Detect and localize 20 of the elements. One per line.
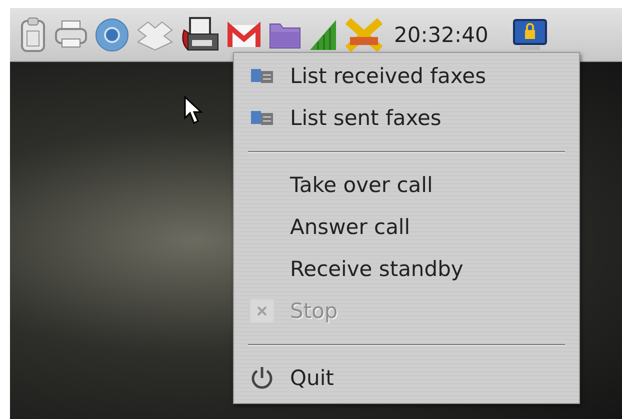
pointer-icon — [184, 96, 204, 126]
menu-item[interactable]: Answer call — [234, 206, 579, 248]
cross-icon[interactable] — [344, 16, 384, 52]
menu-item[interactable]: Receive standby — [234, 248, 579, 290]
menu-item[interactable]: Take over call — [234, 164, 579, 206]
monitor-lock-icon[interactable] — [512, 18, 548, 52]
close-icon — [249, 298, 275, 324]
power-icon — [249, 365, 275, 391]
clipboard-icon[interactable] — [18, 16, 48, 52]
envelope-icon[interactable] — [226, 20, 262, 48]
globe-icon[interactable] — [94, 16, 130, 52]
menu-item[interactable]: List received faxes — [234, 55, 579, 97]
list-icon — [250, 66, 274, 86]
menu-item[interactable]: List sent faxes — [234, 97, 579, 139]
fax-machine-icon[interactable] — [180, 16, 220, 54]
signal-bars-icon[interactable] — [308, 18, 338, 52]
printer-icon[interactable] — [54, 18, 88, 50]
list-icon — [250, 108, 274, 128]
clock: 20:32:40 — [394, 22, 488, 46]
menu-item[interactable]: Quit — [234, 357, 579, 399]
